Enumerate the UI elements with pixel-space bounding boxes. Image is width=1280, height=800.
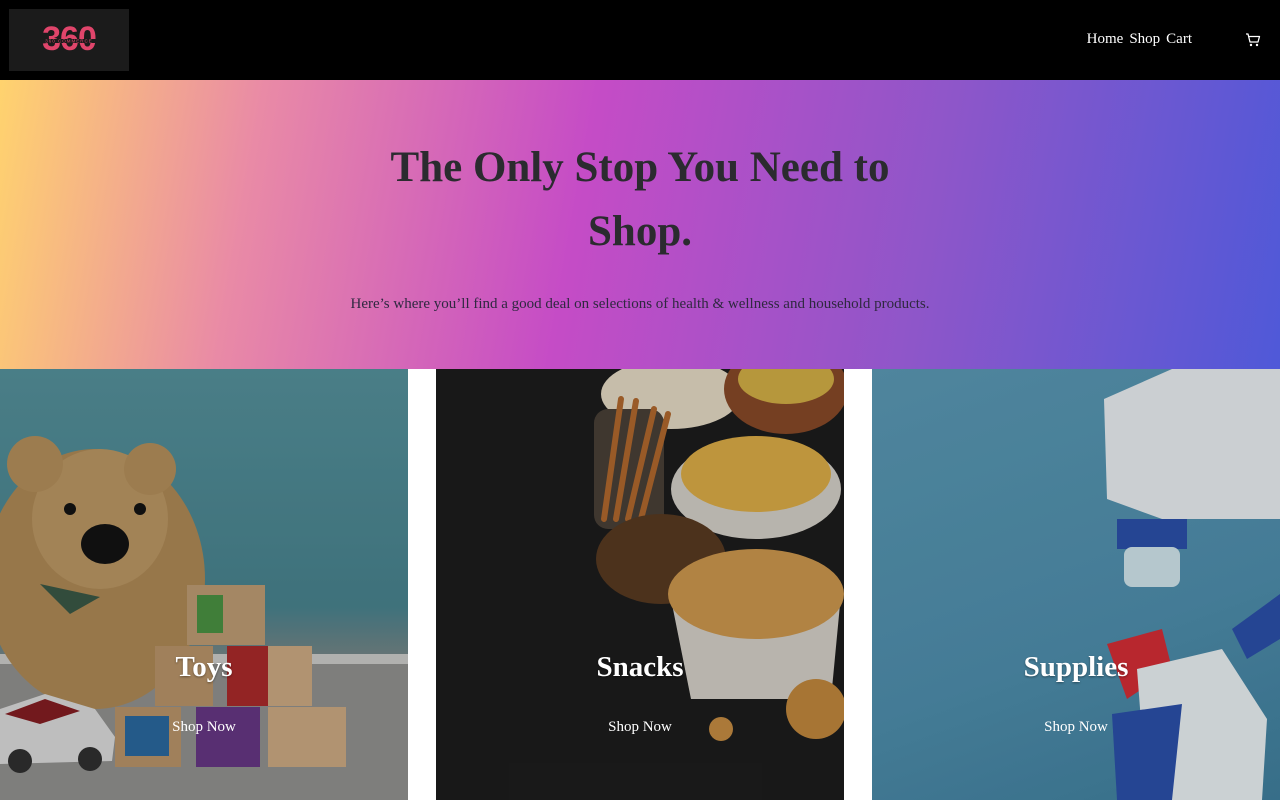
hero-banner: The Only Stop You Need to Shop. Here’s w… [0, 80, 1280, 369]
nav-shop-link[interactable]: Shop [1129, 30, 1160, 48]
hero-subtitle: Here’s where you’ll find a good deal on … [350, 296, 930, 312]
nav-cart-link[interactable]: Cart [1166, 30, 1192, 48]
hero-title: The Only Stop You Need to Shop. [390, 144, 890, 255]
brand-logo[interactable]: 360 360 COMMERCE [9, 9, 129, 71]
logo-graphic: 360 360 COMMERCE [31, 22, 107, 58]
category-title: Toys [175, 651, 233, 683]
svg-text:360 COMMERCE: 360 COMMERCE [45, 39, 93, 44]
nav-home-link[interactable]: Home [1087, 30, 1124, 48]
shop-now-link[interactable]: Shop Now [0, 719, 408, 736]
shop-now-link[interactable]: Shop Now [436, 719, 844, 736]
shopping-cart-icon[interactable] [1245, 32, 1261, 48]
category-card-snacks[interactable]: Snacks Shop Now [436, 369, 844, 800]
category-title: Supplies [1023, 651, 1129, 683]
category-card-toys[interactable]: Toys Shop Now [0, 369, 408, 800]
nav-links: Home Shop Cart [1087, 30, 1192, 48]
shop-now-link[interactable]: Shop Now [872, 719, 1280, 736]
navbar: 360 360 COMMERCE Home Shop Cart [0, 0, 1280, 80]
category-title: Snacks [596, 651, 684, 683]
category-card-supplies[interactable]: Supplies Shop Now [872, 369, 1280, 800]
